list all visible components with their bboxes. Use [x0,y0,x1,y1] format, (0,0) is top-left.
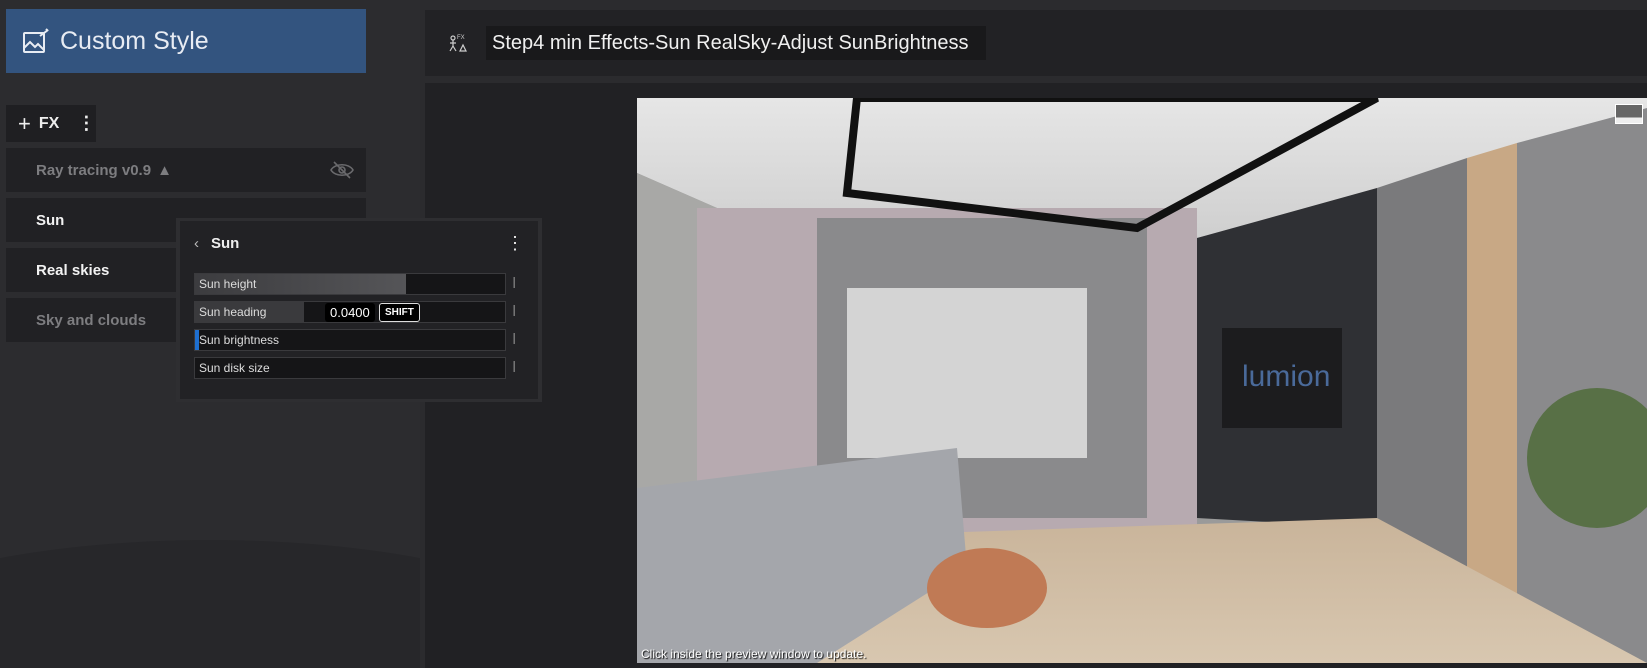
effect-label: Real skies [36,261,110,279]
text-cursor-icon[interactable]: I [512,303,520,321]
sun-settings-popup: ‹ Sun ⋮ Sun height I Sun heading 0.0400 … [176,218,542,402]
add-fx-button[interactable]: + FX ⋮ [6,105,96,142]
tv-logo: lumion [1242,360,1330,393]
warning-icon: ▲ [157,161,172,179]
slider-label: Sun disk size [199,361,270,375]
back-chevron-icon[interactable]: ‹ [194,235,199,252]
scene-render: lumion [637,98,1647,663]
popup-body: ‹ Sun ⋮ Sun height I Sun heading 0.0400 … [180,221,538,399]
add-fx-label: FX [38,114,60,132]
value-tooltip: 0.0400 [325,303,375,322]
more-options-icon[interactable]: ⋮ [506,233,524,254]
preview-window[interactable]: lumion Click inside the preview window t… [637,98,1647,663]
svg-text:FX: FX [457,35,465,41]
fx-person-icon: FX [449,35,467,52]
plus-icon: + [18,110,31,136]
more-options-icon[interactable]: ⋮ [77,113,95,134]
effect-label: Sun [36,211,65,229]
image-sparkle-icon [23,28,49,53]
text-cursor-icon[interactable]: I [512,275,520,293]
text-cursor-icon[interactable]: I [512,331,520,349]
sun-brightness-slider[interactable]: Sun brightness [194,329,506,351]
slider-label: Sun brightness [199,333,280,347]
custom-style-header: Custom Style [6,9,366,73]
preview-hint: Click inside the preview window to updat… [641,647,867,661]
sun-heading-slider[interactable]: Sun heading 0.0400 SHIFT [194,301,506,323]
shift-key-badge: SHIFT [379,303,420,322]
effect-label: Ray tracing v0.9 [36,161,152,179]
effect-ray-tracing[interactable]: Ray tracing v0.9 ▲ [6,148,366,192]
popup-header: ‹ Sun [194,235,239,252]
style-title: Custom Style [60,26,209,55]
scene-title-field[interactable]: Step4 min Effects-Sun RealSky-Adjust Sun… [486,26,986,60]
text-cursor-icon[interactable]: I [512,359,520,377]
background-arc [0,540,420,668]
sun-disk-size-slider[interactable]: Sun disk size [194,357,506,379]
slider-label: Sun height [199,277,257,291]
eye-hidden-icon[interactable] [330,161,354,179]
popup-title: Sun [211,235,240,252]
sun-height-slider[interactable]: Sun height [194,273,506,295]
main-header: FX Step4 min Effects-Sun RealSky-Adjust … [425,10,1647,76]
slider-label: Sun heading [199,305,267,319]
compare-toggle-icon[interactable] [1615,104,1643,124]
effect-label: Sky and clouds [36,311,147,329]
